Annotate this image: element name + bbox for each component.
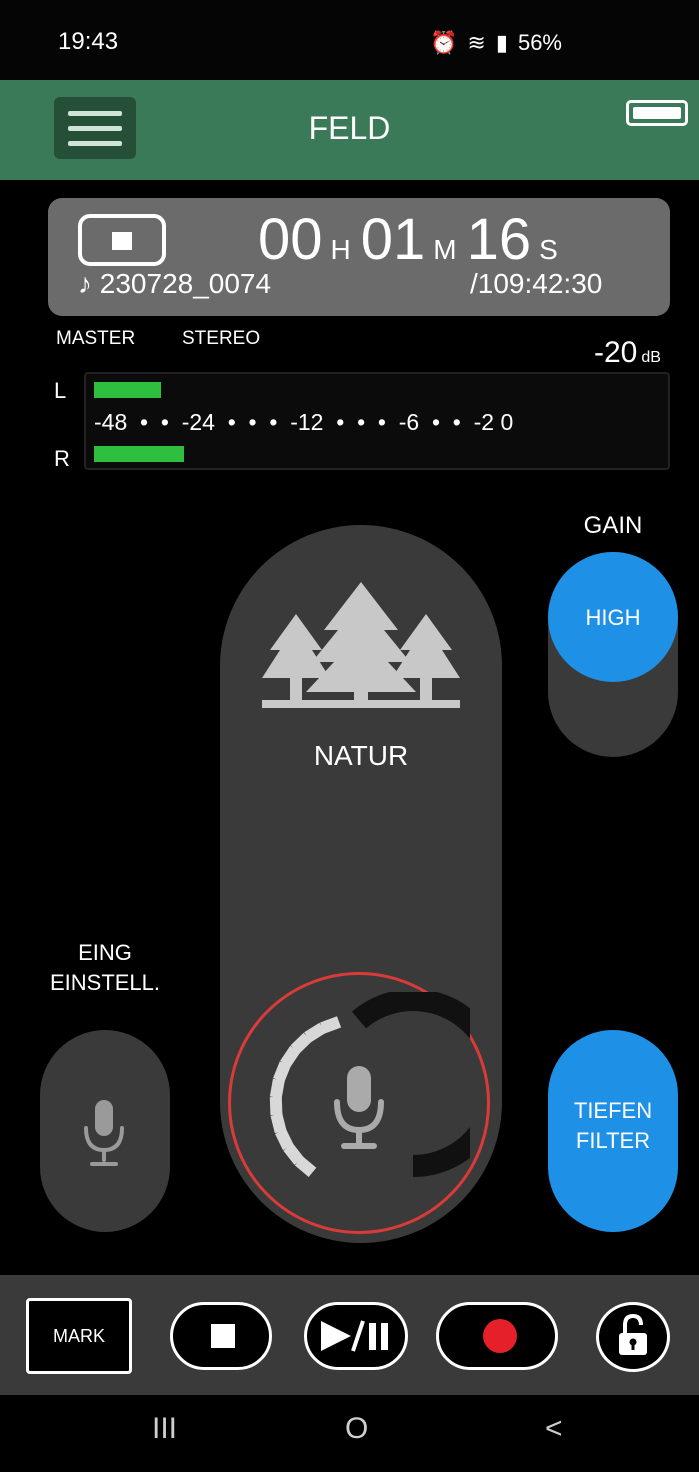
low-cut-filter-label: TIEFEN FILTER <box>573 1098 653 1153</box>
mark-button[interactable]: MARK <box>26 1298 132 1374</box>
right-level-bar <box>94 446 184 462</box>
trees-icon <box>262 582 460 708</box>
scene-label: NATUR <box>313 740 409 771</box>
play-pause-icon <box>321 1320 388 1352</box>
input-settings-label: EING EINSTELL. <box>49 940 161 995</box>
gain-label: GAIN <box>583 512 643 539</box>
battery-percent: 56% <box>517 30 562 55</box>
elapsed-time: 00 H 01 M 16 S <box>258 207 558 272</box>
stereo-label: STEREO <box>182 328 261 349</box>
wifi-icon: ≋ <box>467 30 486 55</box>
file-name: ♪ 230728_0074 <box>78 268 272 299</box>
stop-icon <box>211 1324 235 1348</box>
meter-scale: -48 • • -24 • • • -12 • • • -6 • • -2 0 <box>94 409 514 435</box>
level-segment <box>269 1096 283 1116</box>
unlock-icon <box>619 1313 647 1355</box>
home-button[interactable]: O <box>345 1412 368 1446</box>
level-segment <box>270 1112 287 1134</box>
left-channel-label: L <box>54 378 67 403</box>
stop-icon <box>78 214 166 266</box>
input-level-knob[interactable] <box>248 992 470 1214</box>
play-pause-button[interactable] <box>304 1302 408 1370</box>
app-title: FELD <box>308 110 391 146</box>
master-label: MASTER <box>56 328 136 349</box>
back-button[interactable]: < <box>545 1412 563 1446</box>
record-button[interactable] <box>436 1302 558 1370</box>
remaining-time: /109:42:30 <box>470 268 603 299</box>
level-segment <box>320 1016 342 1034</box>
signal-icon: ▮ <box>495 30 508 55</box>
gain-value: HIGH <box>585 605 641 630</box>
status-time: 19:43 <box>58 28 119 55</box>
alarm-icon: ⏰ <box>430 30 458 55</box>
microphone-icon <box>84 1100 124 1166</box>
status-icons: ⏰ ≋ ▮ 56% <box>430 30 562 56</box>
microphone-icon <box>334 1066 384 1149</box>
lock-button[interactable] <box>596 1302 670 1372</box>
recents-button[interactable]: III <box>152 1412 177 1446</box>
stop-button[interactable] <box>170 1302 272 1370</box>
device-battery-icon <box>626 100 688 126</box>
record-icon <box>483 1319 517 1353</box>
right-channel-label: R <box>54 446 70 471</box>
left-level-bar <box>94 382 161 398</box>
level-readout: -20 dB <box>594 336 661 369</box>
